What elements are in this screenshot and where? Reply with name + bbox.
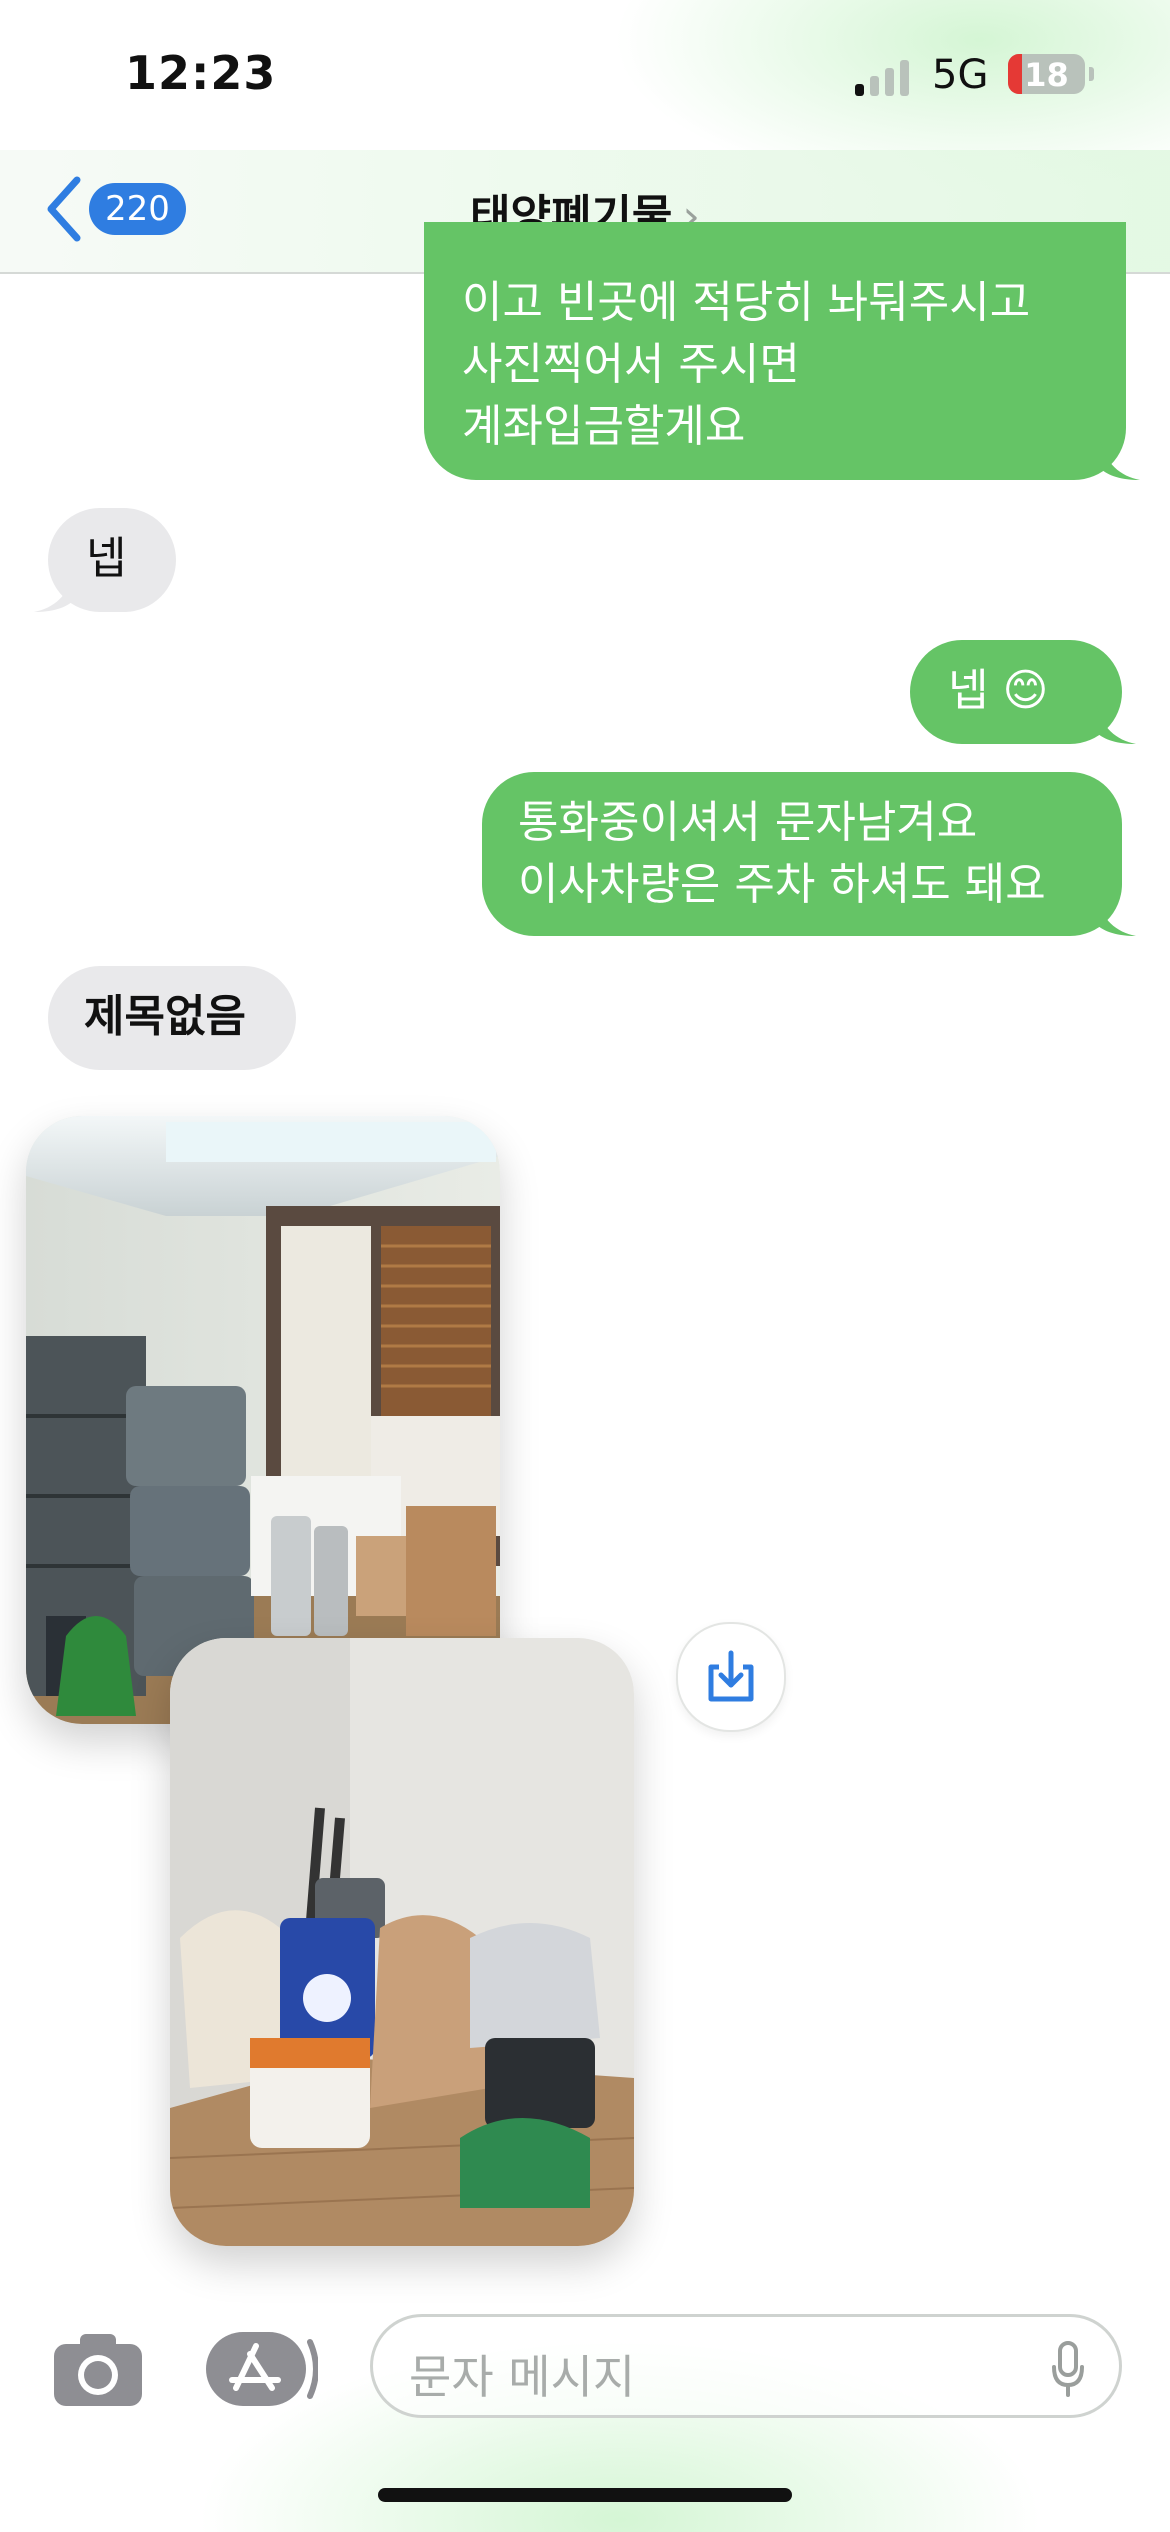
message-bubble-sent[interactable]: 넵 😊 <box>910 640 1136 744</box>
message-text: 넵 <box>86 533 127 584</box>
message-bubble-received[interactable]: 제목없음 <box>48 966 296 1070</box>
corner-photo-icon <box>170 1638 634 2246</box>
app-store-icon[interactable] <box>206 2332 318 2406</box>
photo-attachment-room[interactable] <box>26 1116 500 1724</box>
download-icon <box>708 1650 754 1702</box>
photo-attachment-corner[interactable] <box>170 1638 634 2246</box>
message-line: 이사차량은 주차 하셔도 돼요 <box>518 859 1046 910</box>
save-photos-button[interactable] <box>676 1622 786 1732</box>
network-type: 5G <box>932 52 989 98</box>
message-line: 이고 빈곳에 적당히 놔둬주시고 <box>462 277 1031 328</box>
room-photo-icon <box>26 1116 500 1724</box>
bubble-tail <box>34 572 74 612</box>
battery-percent: 18 <box>1024 56 1069 94</box>
message-text: 넵 😊 <box>948 665 1049 716</box>
camera-icon[interactable] <box>50 2330 146 2410</box>
battery-icon: 18 <box>1008 54 1085 94</box>
status-bar: 12:23 5G 18 <box>0 0 1170 150</box>
message-line: 사진찍어서 주시면 <box>462 339 800 390</box>
message-bubble-sent[interactable]: 통화중이셔서 문자남겨요 이사차량은 주차 하셔도 돼요 <box>482 772 1136 936</box>
bubble-tail <box>1096 896 1136 936</box>
bubble-tail <box>1096 704 1136 744</box>
message-line: 계좌입금할게요 <box>462 401 746 452</box>
message-input[interactable]: 문자 메시지 <box>370 2314 1122 2418</box>
microphone-icon[interactable] <box>1051 2341 1085 2397</box>
message-bubble-sent[interactable]: 이고 빈곳에 적당히 놔둬주시고 사진찍어서 주시면 계좌입금할게요 <box>424 222 1140 480</box>
message-bubble-received[interactable]: 넵 <box>34 508 176 612</box>
battery-tip <box>1089 67 1094 81</box>
home-indicator[interactable] <box>378 2488 792 2502</box>
cellular-signal-icon <box>855 58 915 96</box>
message-input-placeholder: 문자 메시지 <box>409 2350 636 2404</box>
status-time: 12:23 <box>125 46 277 100</box>
message-line: 통화중이셔서 문자남겨요 <box>518 797 978 848</box>
message-subject: 제목없음 <box>84 991 246 1042</box>
bubble-tail <box>1100 440 1140 480</box>
